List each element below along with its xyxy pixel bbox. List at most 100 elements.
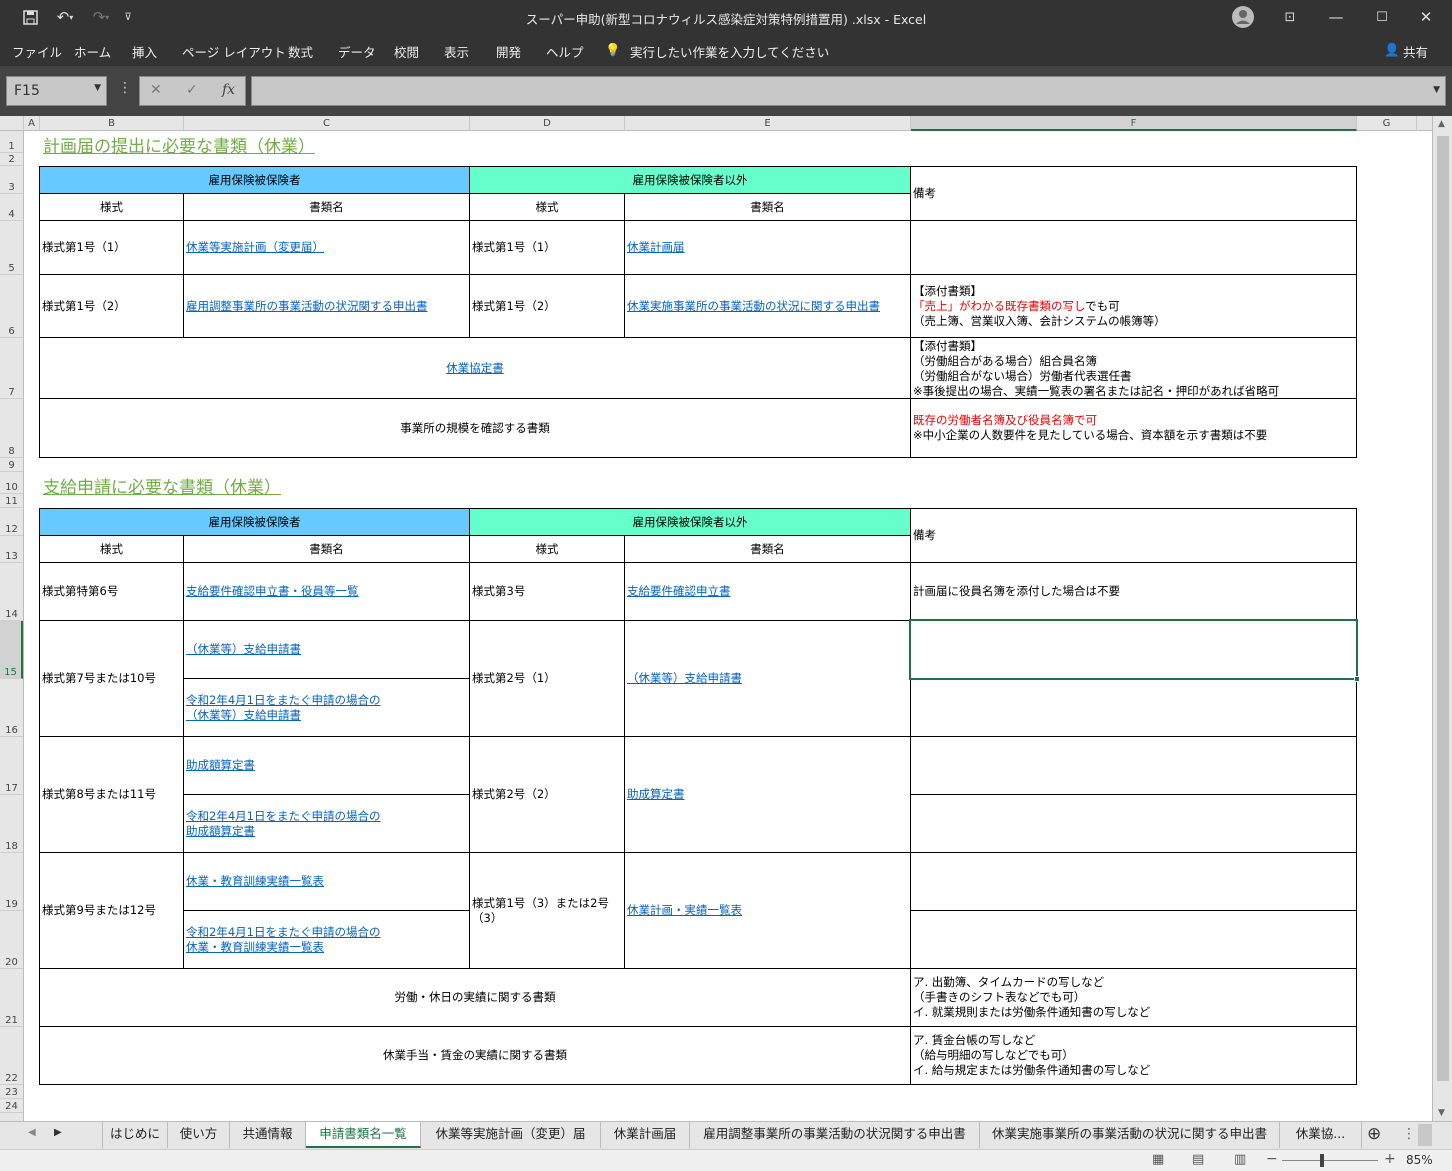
page-layout-view-icon[interactable]: ▤ — [1192, 1152, 1204, 1167]
cell-doc-merged[interactable]: 休業手当・賃金の実績に関する書類 — [39, 1026, 911, 1085]
hyperlink[interactable]: 支給要件確認申立書・役員等一覧 — [186, 584, 359, 599]
cell-doc-link[interactable]: 休業計画・実績一覧表 — [624, 852, 911, 969]
row-header[interactable]: 2 — [0, 153, 23, 166]
sheet-tab[interactable]: はじめに — [102, 1122, 168, 1148]
header-insured[interactable]: 雇用保険被保険者 — [39, 166, 470, 194]
vertical-scrollbar[interactable]: ▲ ▼ — [1432, 116, 1452, 1121]
sheet-tab[interactable]: 休業等実施計画（変更）届 — [421, 1122, 601, 1148]
row-header[interactable]: 6 — [0, 275, 23, 338]
header-docname[interactable]: 書類名 — [183, 535, 470, 563]
cell-doc-link[interactable]: 休業・教育訓練実績一覧表 — [183, 852, 470, 911]
tab-formulas[interactable]: 数式 — [288, 42, 313, 61]
cancel-icon[interactable]: ✕ — [150, 82, 162, 98]
row-header[interactable]: 18 — [0, 795, 23, 853]
hyperlink[interactable]: （休業等）支給申請書 — [186, 708, 380, 723]
sheet-tab[interactable]: 休業計画届 — [601, 1122, 690, 1148]
cell-form[interactable]: 様式第1号（1） — [39, 220, 184, 275]
row-header[interactable]: 23 — [0, 1085, 23, 1099]
cell-doc-merged[interactable]: 労働・休日の実績に関する書類 — [39, 968, 911, 1027]
cell-notes[interactable]: 計画届に役員名簿を添付した場合は不要 — [910, 562, 1357, 621]
hyperlink[interactable]: 休業計画・実績一覧表 — [627, 903, 742, 918]
hyperlink[interactable]: 雇用調整事業所の事業活動の状況関する申出書 — [186, 299, 428, 314]
row-header[interactable]: 10 — [0, 472, 23, 494]
header-form[interactable]: 様式 — [469, 193, 625, 221]
row-header[interactable]: 4 — [0, 194, 23, 221]
tab-page-layout[interactable]: ページ レイアウト — [182, 42, 286, 61]
cell-doc-link[interactable]: 支給要件確認申立書 — [624, 562, 911, 621]
hyperlink[interactable]: 休業等実施計画（変更届） — [186, 240, 324, 255]
header-form[interactable]: 様式 — [39, 535, 184, 563]
function-icon[interactable]: fx — [222, 82, 235, 98]
col-header-b[interactable]: B — [40, 116, 184, 131]
cell-doc-link[interactable]: （休業等）支給申請書 — [624, 620, 911, 737]
header-notes[interactable]: 備考 — [910, 166, 1357, 221]
row-header[interactable]: 17 — [0, 737, 23, 795]
cell-form[interactable]: 様式第1号（2） — [469, 274, 625, 338]
hyperlink[interactable]: 休業・教育訓練実績一覧表 — [186, 874, 324, 889]
tab-scroll-right-icon[interactable]: ▶ — [54, 1127, 62, 1138]
chevron-down-icon[interactable]: ▼ — [1433, 85, 1440, 95]
tab-developer[interactable]: 開発 — [496, 42, 521, 61]
row-header[interactable]: 9 — [0, 458, 23, 472]
cell-form[interactable]: 様式第7号または10号 — [39, 620, 184, 737]
cell-doc-link[interactable]: 令和2年4月1日をまたぐ申請の場合の （休業等）支給申請書 — [183, 678, 470, 737]
name-box[interactable]: F15 ▼ — [6, 76, 107, 106]
row-header[interactable]: 12 — [0, 508, 23, 536]
more-options-icon[interactable]: ⋮ — [118, 80, 132, 96]
row-header[interactable]: 11 — [0, 494, 23, 508]
header-other[interactable]: 雇用保険被保険者以外 — [469, 508, 911, 536]
tab-review[interactable]: 校閲 — [394, 42, 419, 61]
tab-insert[interactable]: 挿入 — [132, 42, 157, 61]
cell-form[interactable]: 様式第3号 — [469, 562, 625, 621]
ribbon-display-icon[interactable]: ⊡ — [1276, 0, 1304, 34]
header-notes[interactable]: 備考 — [910, 508, 1357, 563]
row-header[interactable]: 16 — [0, 679, 23, 737]
row-header[interactable]: 21 — [0, 969, 23, 1027]
cell-notes[interactable]: 既存の労働者名簿及び役員名簿で可 ※中小企業の人数要件を見たしている場合、資本額… — [910, 398, 1357, 458]
header-form[interactable]: 様式 — [469, 535, 625, 563]
col-header-d[interactable]: D — [470, 116, 625, 131]
hyperlink[interactable]: 休業計画届 — [627, 240, 685, 255]
cell-doc-link[interactable]: 助成額算定書 — [183, 736, 470, 795]
cell-notes[interactable] — [910, 910, 1357, 969]
cell-notes[interactable] — [910, 678, 1357, 737]
enter-icon[interactable]: ✓ — [186, 82, 198, 98]
fill-handle[interactable] — [1354, 676, 1360, 682]
zoom-out-icon[interactable]: − — [1266, 1151, 1278, 1167]
cell-doc-link[interactable]: 令和2年4月1日をまたぐ申請の場合の 休業・教育訓練実績一覧表 — [183, 910, 470, 969]
cell-notes[interactable]: ア. 出勤簿、タイムカードの写しなど （手書きのシフト表などでも可） イ. 就業… — [910, 968, 1357, 1027]
select-all-corner[interactable] — [0, 116, 24, 131]
page-break-view-icon[interactable]: ▥ — [1234, 1152, 1246, 1167]
hyperlink[interactable]: 助成算定書 — [627, 787, 685, 802]
header-docname[interactable]: 書類名 — [183, 193, 470, 221]
header-docname[interactable]: 書類名 — [624, 193, 911, 221]
row-header[interactable]: 13 — [0, 536, 23, 563]
header-form[interactable]: 様式 — [39, 193, 184, 221]
cell-doc-link[interactable]: 休業計画届 — [624, 220, 911, 275]
row-header[interactable]: 5 — [0, 221, 23, 275]
row-header[interactable]: 14 — [0, 563, 23, 621]
cell-doc-link-merged[interactable]: 休業協定書 — [39, 337, 911, 399]
row-header[interactable]: 7 — [0, 338, 23, 399]
cell-notes[interactable] — [910, 794, 1357, 853]
cell-form[interactable]: 様式第1号（3）または2号（3） — [469, 852, 625, 969]
tell-me-search[interactable]: 実行したい作業を入力してください — [630, 42, 829, 61]
minimize-icon[interactable]: — — [1322, 0, 1350, 34]
sheet-tab-active[interactable]: 申請書類名一覧 — [306, 1122, 421, 1148]
col-header-e[interactable]: E — [625, 116, 911, 131]
hyperlink[interactable]: （休業等）支給申請書 — [186, 642, 301, 657]
hyperlink[interactable]: 支給要件確認申立書 — [627, 584, 731, 599]
sheet-tab[interactable]: 使い方 — [168, 1122, 230, 1148]
maximize-icon[interactable]: ☐ — [1368, 0, 1396, 34]
tab-view[interactable]: 表示 — [444, 42, 469, 61]
cell-notes[interactable] — [910, 220, 1357, 275]
row-header[interactable]: 22 — [0, 1027, 23, 1085]
cell-form[interactable]: 様式第1号（1） — [469, 220, 625, 275]
header-docname[interactable]: 書類名 — [624, 535, 911, 563]
tab-scroll-left-icon[interactable]: ◀ — [28, 1127, 36, 1138]
col-header-a[interactable]: A — [24, 116, 40, 131]
share-button[interactable]: 共有 — [1403, 42, 1428, 61]
hyperlink[interactable]: 休業協定書 — [446, 361, 504, 376]
cell-doc-merged[interactable]: 事業所の規模を確認する書類 — [39, 398, 911, 458]
header-insured[interactable]: 雇用保険被保険者 — [39, 508, 470, 536]
